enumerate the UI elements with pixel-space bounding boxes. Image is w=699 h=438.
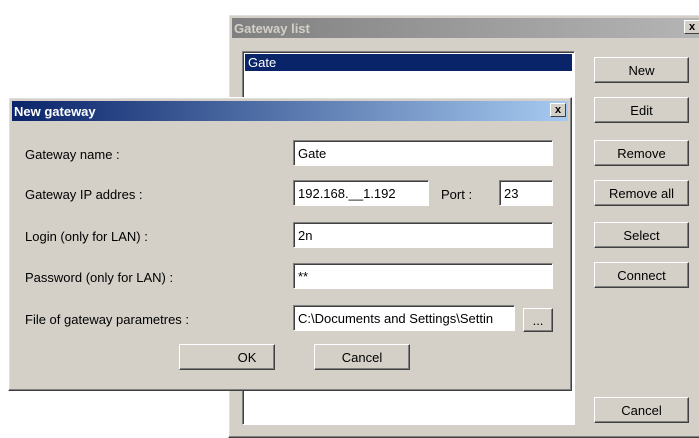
list-item[interactable]: Gate: [245, 54, 572, 71]
new-gateway-dialog: New gateway x Gateway name : Gate Gatewa…: [8, 97, 572, 391]
password-field[interactable]: **: [293, 263, 553, 289]
file-label: File of gateway parametres :: [25, 312, 190, 327]
gateway-ip-field[interactable]: 192.168.__1.192: [293, 180, 429, 206]
remove-all-button[interactable]: Remove all: [594, 180, 689, 206]
select-button[interactable]: Select: [594, 222, 689, 248]
gateway-list-title: Gateway list: [234, 20, 310, 36]
gateway-ip-label: Gateway IP addres :: [25, 187, 143, 202]
new-gateway-title: New gateway: [14, 103, 96, 119]
connect-button[interactable]: Connect: [594, 262, 689, 288]
new-gateway-titlebar: New gateway x: [12, 101, 568, 121]
gateway-name-label: Gateway name :: [25, 147, 120, 162]
gateway-name-field[interactable]: Gate: [293, 140, 553, 166]
password-label: Password (only for LAN) :: [25, 270, 174, 285]
edit-button[interactable]: Edit: [594, 97, 689, 123]
login-field[interactable]: 2n: [293, 222, 553, 248]
browse-button[interactable]: ...: [523, 308, 553, 332]
gateway-list-cancel-button[interactable]: Cancel: [594, 397, 689, 423]
port-field[interactable]: 23: [499, 180, 553, 206]
cancel-button[interactable]: Cancel: [314, 344, 410, 370]
new-button[interactable]: New: [594, 57, 689, 83]
remove-button[interactable]: Remove: [594, 140, 689, 166]
gateway-list-titlebar: Gateway list x: [232, 18, 699, 38]
new-gateway-close-icon[interactable]: x: [550, 103, 566, 117]
gateway-list-close-icon[interactable]: x: [684, 20, 699, 34]
port-label: Port :: [441, 187, 473, 202]
login-label: Login (only for LAN) :: [25, 229, 148, 244]
ok-button[interactable]: OK: [179, 344, 275, 370]
file-field[interactable]: C:\Documents and Settings\Settin: [293, 305, 515, 331]
